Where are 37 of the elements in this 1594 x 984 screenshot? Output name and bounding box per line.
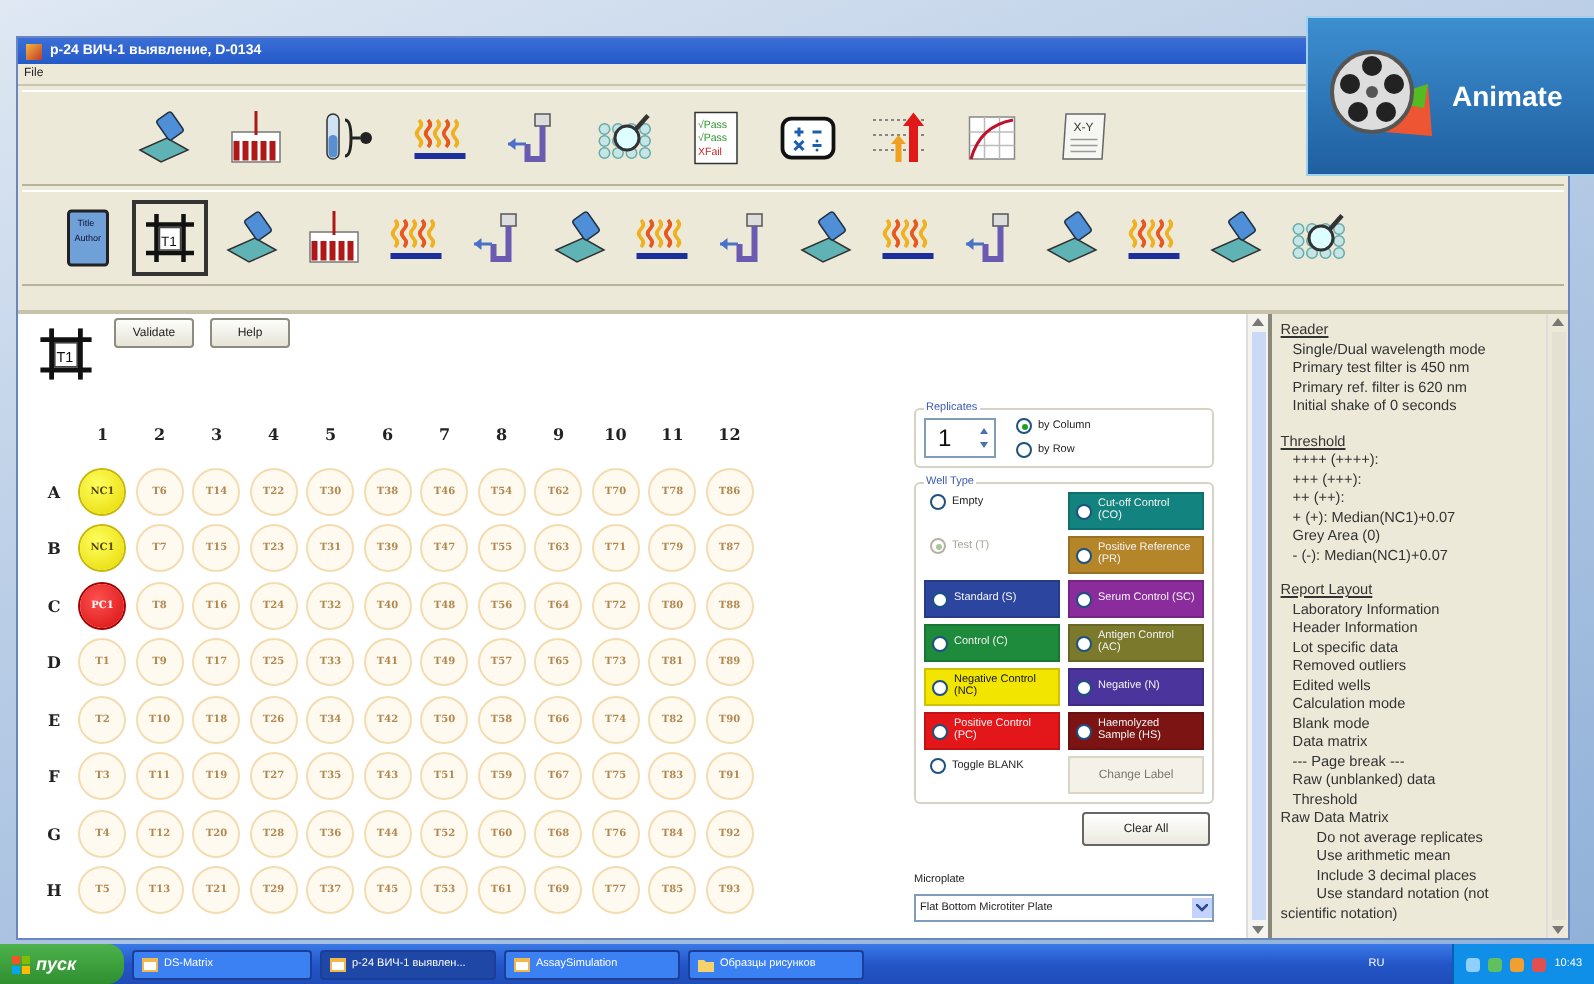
badge-label: Animate: [1452, 80, 1563, 112]
row-header: A: [47, 481, 61, 502]
column-header: 12: [718, 424, 741, 445]
windows-flag-icon: [12, 955, 30, 973]
row-header: F: [48, 766, 60, 787]
folder-icon: [698, 957, 714, 971]
column-header: 6: [381, 424, 394, 445]
row-header: E: [47, 709, 61, 730]
chevron-down-icon: [1196, 904, 1208, 912]
icon-label: T1: [56, 348, 74, 366]
scrollbar[interactable]: [1546, 314, 1568, 938]
column-header: 1: [96, 424, 109, 445]
start-button[interactable]: пуск: [0, 944, 124, 984]
arrow-up-icon[interactable]: [1552, 318, 1565, 326]
app-icon: [26, 43, 42, 59]
scrollbar[interactable]: [1246, 314, 1269, 938]
column-header: 7: [438, 424, 451, 445]
column-header: 5: [324, 424, 337, 445]
column-header: 3: [210, 424, 223, 445]
row-header: H: [46, 880, 62, 901]
row-header: D: [47, 652, 61, 673]
replicates-spinner[interactable]: 1: [924, 418, 996, 458]
column-header: 11: [661, 424, 684, 445]
row-header: G: [47, 823, 61, 844]
arrow-down-icon[interactable]: [1252, 926, 1265, 934]
column-header: 10: [604, 424, 627, 445]
column-header: 9: [552, 424, 565, 445]
arrow-down-icon[interactable]: [1552, 926, 1565, 934]
arrow-up-icon[interactable]: [1252, 318, 1265, 326]
window-icon: [514, 957, 530, 971]
column-header: 2: [153, 424, 166, 445]
column-header: 4: [267, 424, 280, 445]
row-header: C: [47, 595, 61, 616]
window-icon: [330, 957, 346, 971]
window-icon: [142, 957, 158, 971]
row-header: B: [47, 538, 61, 559]
column-header: 8: [495, 424, 508, 445]
